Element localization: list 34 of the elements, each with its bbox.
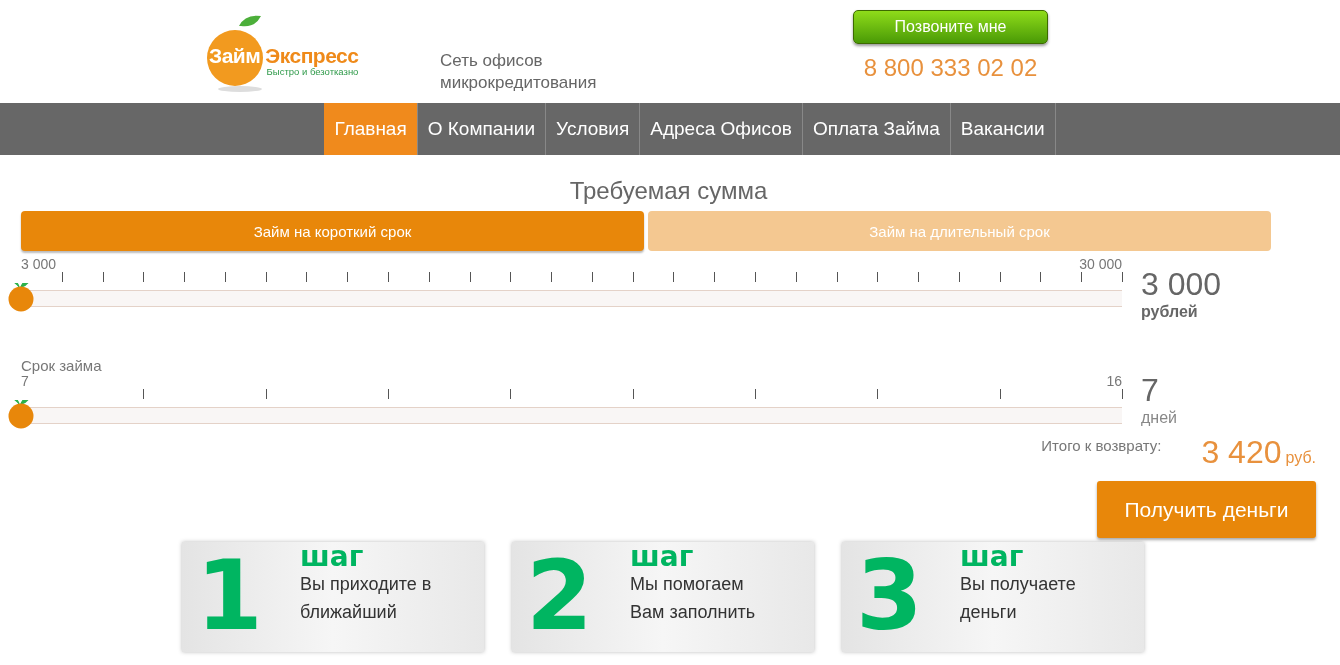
- nav-link[interactable]: О Компании: [417, 103, 547, 155]
- scale-min-label: 3 000: [21, 257, 57, 272]
- slider-label: Срок займа: [21, 357, 103, 374]
- step-heading: шаг: [960, 544, 1025, 570]
- nav-link[interactable]: Оплата Займа: [802, 103, 951, 155]
- scale-max-label: 16: [1106, 374, 1122, 389]
- total-label: Итого к возврату:: [1041, 437, 1162, 454]
- step-number: 1: [196, 542, 264, 652]
- logo-word: Займ: [208, 44, 261, 68]
- value-unit: дней: [1141, 409, 1177, 427]
- fruit-slider-handle[interactable]: [8, 400, 34, 429]
- scale-min-label: 7: [21, 374, 29, 389]
- step-number: 2: [526, 542, 594, 652]
- nav-link[interactable]: Условия: [546, 103, 641, 155]
- nav-link[interactable]: Адреса Офисов: [640, 103, 803, 155]
- selected-value: 7: [1141, 371, 1160, 409]
- logo-word: Экспресс: [265, 44, 359, 68]
- step-number: 3: [856, 542, 924, 652]
- value-unit: рублей: [1141, 303, 1199, 321]
- total-amount: 3 420: [1201, 434, 1282, 471]
- step-description: Мы помогаем Вам заполнить: [630, 573, 757, 624]
- phone-number: 8 800 333 02 02: [863, 53, 1038, 82]
- logo-slogan: Быстро и безотказно: [266, 66, 359, 77]
- nav-link[interactable]: Вакансии: [950, 103, 1056, 155]
- step-heading: шаг: [630, 544, 695, 570]
- site-tagline: Сеть офисов микрокредитования: [440, 49, 598, 94]
- fruit-slider-handle[interactable]: [8, 283, 34, 312]
- currency-label: руб.: [1285, 449, 1316, 467]
- section-title: Требуемая сумма: [568, 177, 769, 205]
- step-description: Вы приходите в ближайший: [300, 573, 433, 624]
- step-description: Вы получаете деньги: [960, 573, 1077, 624]
- scale-max-label: 30 000: [1079, 257, 1122, 272]
- selected-value: 3 000: [1141, 265, 1222, 303]
- step-heading: шаг: [300, 544, 365, 570]
